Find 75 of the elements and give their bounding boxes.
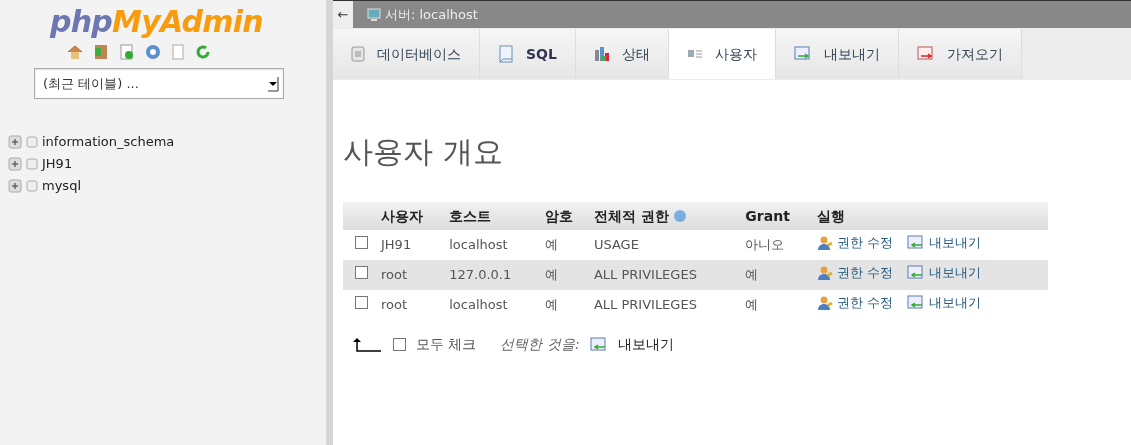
column-header: Grant — [741, 202, 814, 230]
export-link[interactable]: 내보내기 — [929, 293, 982, 313]
export-link[interactable]: 내보내기 — [929, 263, 982, 283]
expand-icon[interactable] — [8, 179, 22, 193]
database-icon — [351, 46, 365, 62]
recent-tables-select[interactable]: (최근 테이블) ... — [34, 68, 284, 99]
database-link[interactable]: JH91 — [42, 154, 73, 174]
person-icon — [817, 265, 834, 282]
tab[interactable]: SQL — [480, 29, 576, 79]
tab[interactable]: 사용자 — [668, 29, 776, 79]
table-cell: 예 — [540, 290, 590, 320]
export-link[interactable]: 내보내기 — [617, 334, 674, 355]
with-selected-label: 선택한 것을: — [500, 335, 580, 354]
document-icon — [498, 45, 514, 63]
document-icon[interactable] — [119, 44, 135, 60]
bar-chart-icon — [593, 46, 610, 62]
home-icon[interactable] — [67, 44, 83, 60]
table-cell: 예 — [741, 290, 814, 320]
check-all-label[interactable]: 모두 체크 — [416, 334, 477, 355]
id-card-icon — [686, 48, 703, 60]
tab[interactable]: 상태 — [575, 29, 669, 79]
table-cell: 예 — [540, 260, 590, 290]
database-icon — [26, 136, 38, 148]
table-cell: localhost — [445, 230, 541, 260]
table-cell: root — [377, 260, 446, 290]
tab[interactable]: 가져오기 — [898, 29, 1022, 79]
export-icon — [907, 265, 926, 282]
edit-privileges-link[interactable]: 권한 수정 — [837, 263, 894, 283]
column-header: 호스트 — [445, 202, 541, 230]
tab[interactable]: 데이터베이스 — [333, 29, 480, 79]
export-icon — [907, 295, 926, 312]
table-cell: 예 — [741, 260, 814, 290]
checkbox[interactable] — [355, 266, 368, 280]
checkbox[interactable] — [355, 236, 368, 250]
export-icon — [589, 336, 608, 353]
tab[interactable]: 내보내기 — [775, 29, 899, 79]
import-icon — [916, 46, 935, 62]
reload-icon[interactable] — [195, 44, 211, 60]
database-icon — [26, 180, 38, 192]
person-icon — [817, 235, 834, 252]
table-cell: ALL PRIVILEGES — [589, 290, 742, 320]
table-cell: root — [377, 290, 446, 320]
exit-icon[interactable] — [93, 44, 109, 60]
dropdown-icon — [267, 75, 279, 92]
table-cell: ALL PRIVILEGES — [589, 260, 742, 290]
expand-icon[interactable] — [8, 157, 22, 171]
logo: phpMyAdmin — [50, 4, 263, 40]
arrow-icon — [353, 336, 383, 353]
edit-privileges-link[interactable]: 권한 수정 — [837, 233, 894, 253]
table-cell: localhost — [445, 290, 541, 320]
column-header: 실행 — [813, 202, 1048, 230]
column-header: 전체적 권한 — [589, 202, 742, 230]
database-link[interactable]: information_schema — [42, 132, 175, 152]
back-button[interactable]: ← — [333, 1, 353, 28]
person-icon — [817, 295, 834, 312]
checkbox[interactable] — [393, 338, 406, 351]
checkbox[interactable] — [355, 296, 368, 310]
database-link[interactable]: mysql — [42, 176, 81, 196]
database-icon — [26, 158, 38, 170]
expand-icon[interactable] — [8, 135, 22, 149]
export-icon — [793, 46, 812, 62]
help-icon — [672, 209, 687, 223]
help-icon[interactable] — [145, 44, 161, 60]
export-icon — [907, 235, 926, 252]
column-header: 사용자 — [377, 202, 446, 230]
table-cell: USAGE — [589, 230, 742, 260]
table-cell: JH91 — [377, 230, 446, 260]
column-header: 암호 — [540, 202, 590, 230]
page-heading: 사용자 개요 — [343, 133, 504, 171]
table-cell: 127.0.0.1 — [445, 260, 541, 290]
server-icon — [367, 7, 383, 22]
table-cell: 아니오 — [741, 230, 814, 260]
edit-privileges-link[interactable]: 권한 수정 — [837, 293, 894, 313]
export-link[interactable]: 내보내기 — [929, 233, 982, 253]
table-cell: 예 — [540, 230, 590, 260]
